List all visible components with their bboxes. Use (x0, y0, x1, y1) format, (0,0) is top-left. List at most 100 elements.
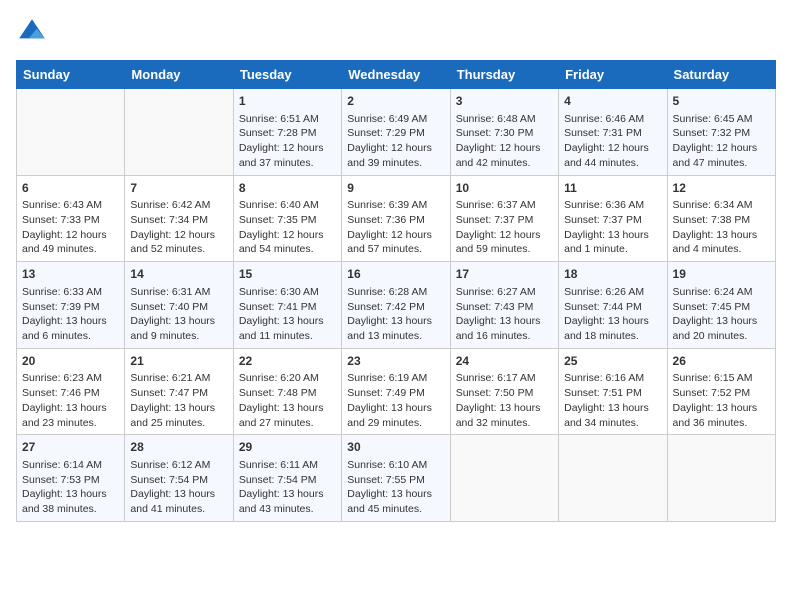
day-number: 22 (239, 353, 336, 370)
day-number: 19 (673, 266, 770, 283)
day-info: Sunrise: 6:20 AM Sunset: 7:48 PM Dayligh… (239, 371, 336, 430)
calendar-cell: 25Sunrise: 6:16 AM Sunset: 7:51 PM Dayli… (559, 348, 667, 435)
weekday-header: Monday (125, 61, 233, 89)
day-info: Sunrise: 6:36 AM Sunset: 7:37 PM Dayligh… (564, 198, 661, 257)
day-info: Sunrise: 6:28 AM Sunset: 7:42 PM Dayligh… (347, 285, 444, 344)
day-number: 2 (347, 93, 444, 110)
calendar-cell: 3Sunrise: 6:48 AM Sunset: 7:30 PM Daylig… (450, 89, 558, 176)
day-info: Sunrise: 6:10 AM Sunset: 7:55 PM Dayligh… (347, 458, 444, 517)
day-number: 7 (130, 180, 227, 197)
calendar-cell: 30 Sunrise: 6:10 AM Sunset: 7:55 PM Dayli… (342, 435, 450, 522)
day-info: Sunrise: 6:14 AM Sunset: 7:53 PM Dayligh… (22, 458, 119, 517)
day-number: 4 (564, 93, 661, 110)
calendar-week-row: 1Sunrise: 6:51 AM Sunset: 7:28 PM Daylig… (17, 89, 776, 176)
calendar-cell: 17 Sunrise: 6:27 AM Sunset: 7:43 PM Dayli… (450, 262, 558, 349)
day-info: Sunrise: 6:11 AM Sunset: 7:54 PM Dayligh… (239, 458, 336, 517)
day-info: Sunrise: 6:48 AM Sunset: 7:30 PM Dayligh… (456, 112, 553, 171)
day-info: Sunrise: 6:24 AM Sunset: 7:45 PM Dayligh… (673, 285, 770, 344)
calendar-week-row: 20Sunrise: 6:23 AM Sunset: 7:46 PM Dayli… (17, 348, 776, 435)
day-number: 16 (347, 266, 444, 283)
weekday-header: Tuesday (233, 61, 341, 89)
day-number: 17 (456, 266, 553, 283)
day-number: 21 (130, 353, 227, 370)
calendar-week-row: 27Sunrise: 6:14 AM Sunset: 7:53 PM Dayli… (17, 435, 776, 522)
calendar-cell: 4 Sunrise: 6:46 AM Sunset: 7:31 PM Daylig… (559, 89, 667, 176)
day-number: 24 (456, 353, 553, 370)
calendar-week-row: 13 Sunrise: 6:33 AM Sunset: 7:39 PM Dayli… (17, 262, 776, 349)
day-number: 6 (22, 180, 119, 197)
calendar-cell: 26Sunrise: 6:15 AM Sunset: 7:52 PM Dayli… (667, 348, 775, 435)
calendar-cell: 6Sunrise: 6:43 AM Sunset: 7:33 PM Daylig… (17, 175, 125, 262)
day-number: 13 (22, 266, 119, 283)
calendar-cell: 15 Sunrise: 6:30 AM Sunset: 7:41 PM Dayli… (233, 262, 341, 349)
day-info: Sunrise: 6:15 AM Sunset: 7:52 PM Dayligh… (673, 371, 770, 430)
calendar-cell: 27Sunrise: 6:14 AM Sunset: 7:53 PM Dayli… (17, 435, 125, 522)
day-info: Sunrise: 6:42 AM Sunset: 7:34 PM Dayligh… (130, 198, 227, 257)
calendar-cell: 14Sunrise: 6:31 AM Sunset: 7:40 PM Dayli… (125, 262, 233, 349)
day-number: 9 (347, 180, 444, 197)
day-info: Sunrise: 6:46 AM Sunset: 7:31 PM Dayligh… (564, 112, 661, 171)
logo-icon (16, 16, 48, 48)
calendar-cell (125, 89, 233, 176)
calendar-cell: 20Sunrise: 6:23 AM Sunset: 7:46 PM Dayli… (17, 348, 125, 435)
calendar-cell: 19 Sunrise: 6:24 AM Sunset: 7:45 PM Dayli… (667, 262, 775, 349)
day-info: Sunrise: 6:16 AM Sunset: 7:51 PM Dayligh… (564, 371, 661, 430)
day-number: 30 (347, 439, 444, 456)
day-info: Sunrise: 6:19 AM Sunset: 7:49 PM Dayligh… (347, 371, 444, 430)
day-number: 12 (673, 180, 770, 197)
day-info: Sunrise: 6:39 AM Sunset: 7:36 PM Dayligh… (347, 198, 444, 257)
calendar-table: SundayMondayTuesdayWednesdayThursdayFrid… (16, 60, 776, 522)
calendar-cell: 9Sunrise: 6:39 AM Sunset: 7:36 PM Daylig… (342, 175, 450, 262)
day-number: 1 (239, 93, 336, 110)
calendar-cell (450, 435, 558, 522)
calendar-cell: 22Sunrise: 6:20 AM Sunset: 7:48 PM Dayli… (233, 348, 341, 435)
day-info: Sunrise: 6:37 AM Sunset: 7:37 PM Dayligh… (456, 198, 553, 257)
day-info: Sunrise: 6:27 AM Sunset: 7:43 PM Dayligh… (456, 285, 553, 344)
calendar-cell: 28 Sunrise: 6:12 AM Sunset: 7:54 PM Dayli… (125, 435, 233, 522)
day-info: Sunrise: 6:34 AM Sunset: 7:38 PM Dayligh… (673, 198, 770, 257)
day-info: Sunrise: 6:17 AM Sunset: 7:50 PM Dayligh… (456, 371, 553, 430)
day-number: 15 (239, 266, 336, 283)
page-header (16, 16, 776, 48)
calendar-cell: 11Sunrise: 6:36 AM Sunset: 7:37 PM Dayli… (559, 175, 667, 262)
day-number: 25 (564, 353, 661, 370)
day-number: 10 (456, 180, 553, 197)
calendar-cell: 10Sunrise: 6:37 AM Sunset: 7:37 PM Dayli… (450, 175, 558, 262)
day-number: 28 (130, 439, 227, 456)
day-info: Sunrise: 6:45 AM Sunset: 7:32 PM Dayligh… (673, 112, 770, 171)
calendar-cell: 16 Sunrise: 6:28 AM Sunset: 7:42 PM Dayli… (342, 262, 450, 349)
weekday-header: Sunday (17, 61, 125, 89)
day-info: Sunrise: 6:33 AM Sunset: 7:39 PM Dayligh… (22, 285, 119, 344)
calendar-cell: 8Sunrise: 6:40 AM Sunset: 7:35 PM Daylig… (233, 175, 341, 262)
calendar-week-row: 6Sunrise: 6:43 AM Sunset: 7:33 PM Daylig… (17, 175, 776, 262)
weekday-header: Wednesday (342, 61, 450, 89)
day-number: 8 (239, 180, 336, 197)
weekday-header: Saturday (667, 61, 775, 89)
calendar-cell: 1Sunrise: 6:51 AM Sunset: 7:28 PM Daylig… (233, 89, 341, 176)
day-number: 23 (347, 353, 444, 370)
weekday-header: Friday (559, 61, 667, 89)
calendar-cell: 5 Sunrise: 6:45 AM Sunset: 7:32 PM Daylig… (667, 89, 775, 176)
calendar-cell: 12Sunrise: 6:34 AM Sunset: 7:38 PM Dayli… (667, 175, 775, 262)
day-number: 11 (564, 180, 661, 197)
calendar-cell (667, 435, 775, 522)
day-number: 18 (564, 266, 661, 283)
calendar-cell (17, 89, 125, 176)
day-number: 29 (239, 439, 336, 456)
day-number: 20 (22, 353, 119, 370)
day-info: Sunrise: 6:12 AM Sunset: 7:54 PM Dayligh… (130, 458, 227, 517)
day-info: Sunrise: 6:43 AM Sunset: 7:33 PM Dayligh… (22, 198, 119, 257)
day-number: 26 (673, 353, 770, 370)
calendar-cell: 18 Sunrise: 6:26 AM Sunset: 7:44 PM Dayli… (559, 262, 667, 349)
day-number: 5 (673, 93, 770, 110)
calendar-cell: 13 Sunrise: 6:33 AM Sunset: 7:39 PM Dayli… (17, 262, 125, 349)
calendar-cell: 23Sunrise: 6:19 AM Sunset: 7:49 PM Dayli… (342, 348, 450, 435)
day-info: Sunrise: 6:40 AM Sunset: 7:35 PM Dayligh… (239, 198, 336, 257)
calendar-cell: 24Sunrise: 6:17 AM Sunset: 7:50 PM Dayli… (450, 348, 558, 435)
calendar-cell: 21Sunrise: 6:21 AM Sunset: 7:47 PM Dayli… (125, 348, 233, 435)
weekday-header: Thursday (450, 61, 558, 89)
day-info: Sunrise: 6:31 AM Sunset: 7:40 PM Dayligh… (130, 285, 227, 344)
day-info: Sunrise: 6:26 AM Sunset: 7:44 PM Dayligh… (564, 285, 661, 344)
day-info: Sunrise: 6:30 AM Sunset: 7:41 PM Dayligh… (239, 285, 336, 344)
calendar-cell: 2Sunrise: 6:49 AM Sunset: 7:29 PM Daylig… (342, 89, 450, 176)
